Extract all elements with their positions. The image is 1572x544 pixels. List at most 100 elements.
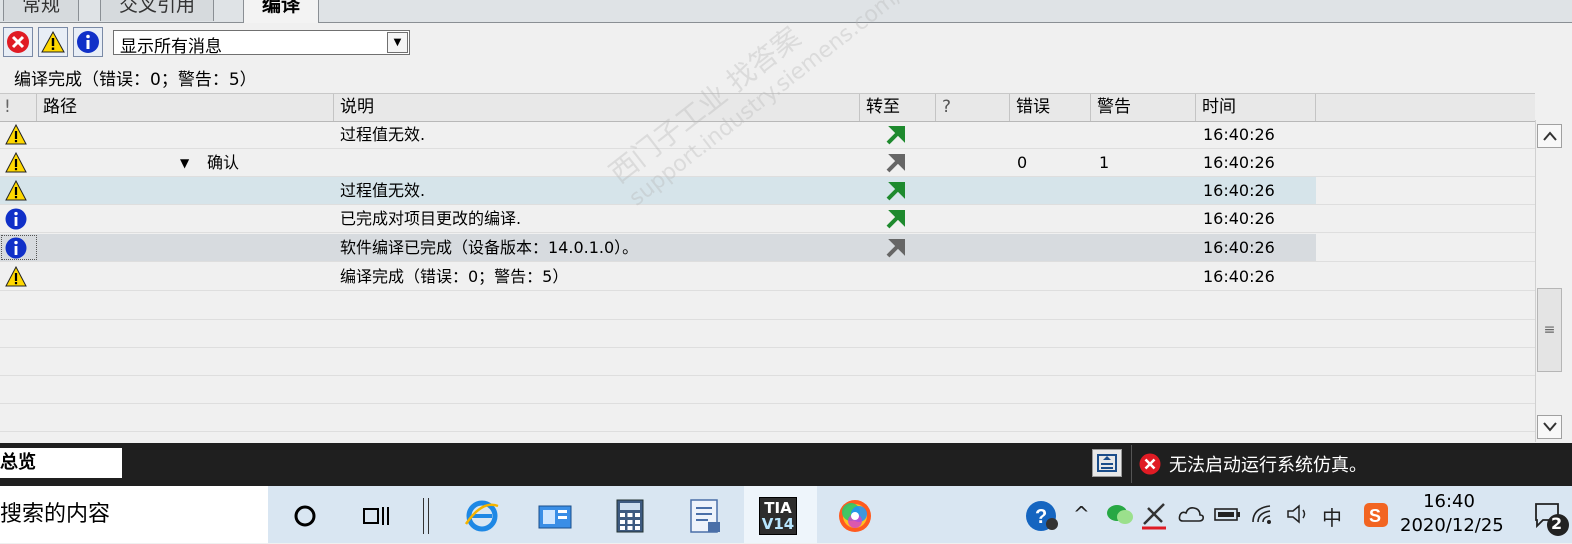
row-description: 过程值无效.	[340, 125, 426, 144]
column-header-flag[interactable]: !	[0, 94, 37, 121]
status-message-text: 无法启动运行系统仿真。	[1169, 455, 1367, 476]
empty-row	[0, 348, 1535, 376]
filter-info-button[interactable]	[73, 27, 103, 57]
empty-row	[0, 404, 1535, 432]
tab-cross-reference[interactable]: 交叉引用	[100, 0, 215, 21]
document-tool-icon[interactable]	[685, 496, 725, 536]
column-header-time[interactable]: 时间	[1196, 94, 1316, 121]
info-icon	[77, 31, 99, 53]
table-row[interactable]: ▼ 确认 0 1 16:40:26	[0, 149, 1535, 177]
warning-icon	[5, 124, 27, 145]
warning-icon	[5, 266, 27, 287]
vertical-scrollbar[interactable]: ≡	[1535, 120, 1563, 442]
internet-explorer-icon[interactable]	[462, 496, 502, 536]
chevron-down-icon[interactable]: ▼	[387, 32, 408, 53]
tia-portal-icon[interactable]: TIA V14	[758, 496, 798, 536]
signal-tool-icon[interactable]	[1140, 500, 1170, 534]
info-icon	[5, 237, 27, 259]
scroll-up-button[interactable]	[1537, 124, 1562, 148]
table-row[interactable]: 过程值无效. 16:40:26	[0, 177, 1535, 205]
divider	[1131, 445, 1132, 483]
photos-app-icon[interactable]	[835, 496, 875, 536]
goto-arrow-icon[interactable]	[885, 152, 907, 174]
row-time: 16:40:26	[1203, 267, 1275, 286]
overview-button[interactable]: 总览	[0, 448, 122, 478]
row-description: 软件编译已完成（设备版本：14.0.1.0）。	[340, 238, 639, 257]
chevron-up-icon	[1542, 131, 1557, 141]
goto-arrow-icon[interactable]	[885, 237, 907, 259]
row-highlight	[0, 177, 1316, 204]
status-message[interactable]: 无法启动运行系统仿真。	[1139, 451, 1367, 477]
control-panel-icon[interactable]	[535, 496, 575, 536]
row-description: 已完成对项目更改的编译.	[340, 209, 522, 228]
column-header-errors[interactable]: 错误	[1010, 94, 1091, 121]
row-time: 16:40:26	[1203, 125, 1275, 144]
goto-arrow-icon[interactable]	[885, 124, 907, 146]
wechat-icon[interactable]	[1106, 503, 1134, 531]
filter-selected-value: 显示所有消息	[120, 37, 222, 57]
wifi-icon[interactable]	[1250, 502, 1276, 530]
tab-compile[interactable]: 编译	[243, 0, 320, 23]
row-time: 16:40:26	[1203, 238, 1275, 257]
table-row[interactable]: 过程值无效. 16:40:26	[0, 121, 1535, 149]
volume-icon[interactable]	[1285, 503, 1311, 529]
taskbar-clock[interactable]: 16:40 2020/12/25	[1400, 490, 1504, 538]
svg-text:?: ?	[1035, 506, 1047, 528]
warning-icon	[5, 152, 27, 173]
sogou-input-icon[interactable]: S	[1363, 502, 1389, 532]
scroll-thumb[interactable]: ≡	[1537, 288, 1562, 372]
column-header-warnings[interactable]: 警告	[1091, 94, 1196, 121]
goto-arrow-icon[interactable]	[885, 180, 907, 202]
task-view-icon[interactable]	[356, 496, 396, 536]
row-path: 确认	[207, 153, 240, 172]
column-header-help[interactable]: ?	[936, 94, 1010, 121]
compile-summary: 编译完成（错误：0；警告：5）	[14, 70, 257, 90]
warning-icon	[41, 30, 65, 53]
chevron-down-icon	[1542, 422, 1557, 432]
svg-text:S: S	[1369, 506, 1381, 526]
scroll-down-button[interactable]	[1537, 415, 1562, 439]
column-header-goto[interactable]: 转至	[860, 94, 936, 121]
row-time: 16:40:26	[1203, 153, 1275, 172]
filter-warnings-button[interactable]	[38, 27, 68, 57]
notification-center-icon[interactable]: 2	[1533, 500, 1569, 544]
tab-label: 编译	[262, 0, 301, 16]
onedrive-icon[interactable]	[1178, 505, 1204, 527]
tray-chevron-up-icon[interactable]: ^	[1073, 502, 1090, 526]
message-table-header: ! 路径 说明 转至 ? 错误 警告 时间	[0, 93, 1535, 122]
table-row[interactable]: 已完成对项目更改的编译. 16:40:26	[0, 205, 1535, 233]
tab-general[interactable]: 常规	[3, 0, 80, 21]
tab-label: 交叉引用	[119, 0, 196, 16]
error-icon	[1139, 453, 1161, 475]
error-icon	[7, 31, 29, 53]
warning-icon	[5, 180, 27, 201]
row-time: 16:40:26	[1203, 181, 1275, 200]
taskbar-search-box[interactable]: 搜索的内容	[0, 486, 268, 543]
status-panel-button[interactable]	[1092, 449, 1122, 477]
table-row[interactable]: 软件编译已完成（设备版本：14.0.1.0）。 16:40:26	[0, 234, 1535, 262]
row-time: 16:40:26	[1203, 209, 1275, 228]
row-highlight	[0, 234, 1316, 261]
row-description: 过程值无效.	[340, 181, 426, 200]
empty-row	[0, 376, 1535, 404]
filter-errors-button[interactable]	[3, 27, 33, 57]
calculator-icon[interactable]	[610, 496, 650, 536]
table-row[interactable]: 编译完成（错误：0；警告：5） 16:40:26	[0, 263, 1535, 291]
input-language-indicator[interactable]: 中	[1322, 502, 1342, 531]
tab-label: 常规	[22, 0, 61, 16]
expand-arrow-icon[interactable]: ▼	[180, 149, 189, 177]
column-header-description[interactable]: 说明	[334, 94, 860, 121]
notification-count-badge: 2	[1551, 514, 1563, 533]
panel-icon	[1097, 454, 1117, 472]
empty-row	[0, 292, 1535, 320]
column-header-path[interactable]: 路径	[37, 94, 334, 121]
clock-time: 16:40	[1423, 491, 1475, 512]
message-filter-select[interactable]: 显示所有消息 ▼	[113, 30, 410, 57]
row-warnings: 1	[1099, 153, 1110, 172]
battery-icon[interactable]	[1213, 505, 1241, 527]
tab-bar: 常规 交叉引用 编译	[0, 0, 1572, 23]
info-icon	[5, 208, 27, 230]
goto-arrow-icon[interactable]	[885, 208, 907, 230]
cortana-icon[interactable]	[285, 496, 325, 536]
help-icon[interactable]: ?	[1025, 500, 1059, 536]
